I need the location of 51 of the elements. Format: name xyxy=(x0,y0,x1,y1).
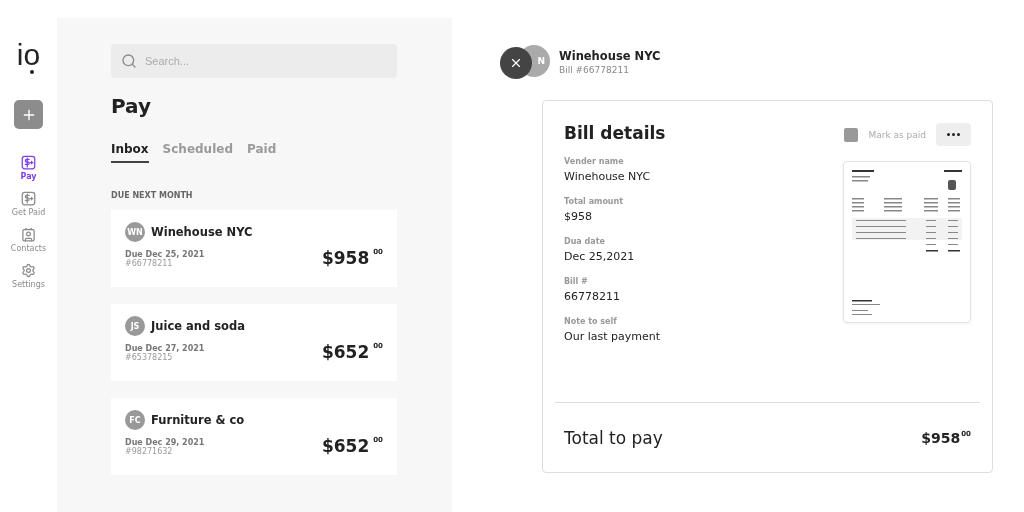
logo: io xyxy=(16,40,41,76)
bill-amount: $652 xyxy=(321,436,370,456)
card-title: Bill details xyxy=(564,123,666,143)
bill-number: #65378215 xyxy=(125,353,173,362)
vendor-name: Winehouse NYC xyxy=(151,225,253,239)
total-amount: $958 xyxy=(921,429,961,446)
search-icon xyxy=(121,53,137,69)
nav-label[interactable]: Pay xyxy=(20,172,37,181)
bill-number: Bill #66778211 xyxy=(559,65,630,75)
field-label: Vender name xyxy=(564,157,625,166)
due-date: Due Dec 27, 2021 xyxy=(125,344,205,353)
field-label: Dua date xyxy=(564,237,606,246)
vendor-avatar: FC xyxy=(125,410,145,430)
close-icon xyxy=(509,56,523,70)
invoice-preview[interactable] xyxy=(843,161,971,323)
field-value: Our last payment xyxy=(564,330,661,343)
more-button[interactable] xyxy=(936,123,971,146)
settings-icon xyxy=(21,263,36,278)
page-title: Pay xyxy=(111,94,153,118)
tab[interactable]: Inbox xyxy=(111,142,149,163)
nav-label[interactable]: Contacts xyxy=(10,244,47,253)
due-date: Due Dec 29, 2021 xyxy=(125,438,205,447)
add-button[interactable] xyxy=(14,100,43,129)
bill-number: #98271632 xyxy=(125,447,173,456)
checkbox[interactable] xyxy=(844,127,859,142)
field-label: Note to self xyxy=(564,317,618,326)
dollar-card-icon xyxy=(21,155,36,170)
bill-amount: $958 xyxy=(321,248,370,268)
checkbox-label: Mark as paid xyxy=(868,129,926,140)
field-value: 66778211 xyxy=(564,290,621,303)
field-value: Winehouse NYC xyxy=(564,170,652,183)
close-button[interactable] xyxy=(500,47,532,79)
section-heading: DUE NEXT MONTH xyxy=(111,191,194,200)
due-date: Due Dec 25, 2021 xyxy=(125,250,205,259)
bill-amount: $652 xyxy=(321,342,370,362)
field-value: Dec 25,2021 xyxy=(564,250,636,263)
total-label: Total to pay xyxy=(564,427,663,448)
field-label: Total amount xyxy=(564,197,625,206)
field-value: $958 xyxy=(564,210,593,223)
vendor-name: Winehouse NYC xyxy=(559,49,661,63)
vendor-name: Furniture & co xyxy=(151,413,245,427)
bill-number: #66778211 xyxy=(125,259,173,268)
vendor-name: Juice and soda xyxy=(151,319,245,333)
vendor-avatar: WN xyxy=(125,222,145,242)
field-label: Bill # xyxy=(564,277,589,286)
contact-card-icon xyxy=(21,227,36,242)
dollar-card-icon xyxy=(21,191,36,206)
nav-label[interactable]: Settings xyxy=(12,280,45,289)
nav-label[interactable]: Get Paid xyxy=(11,208,46,217)
search-field[interactable]: Search... xyxy=(111,44,397,78)
vendor-avatar: JS xyxy=(125,316,145,336)
